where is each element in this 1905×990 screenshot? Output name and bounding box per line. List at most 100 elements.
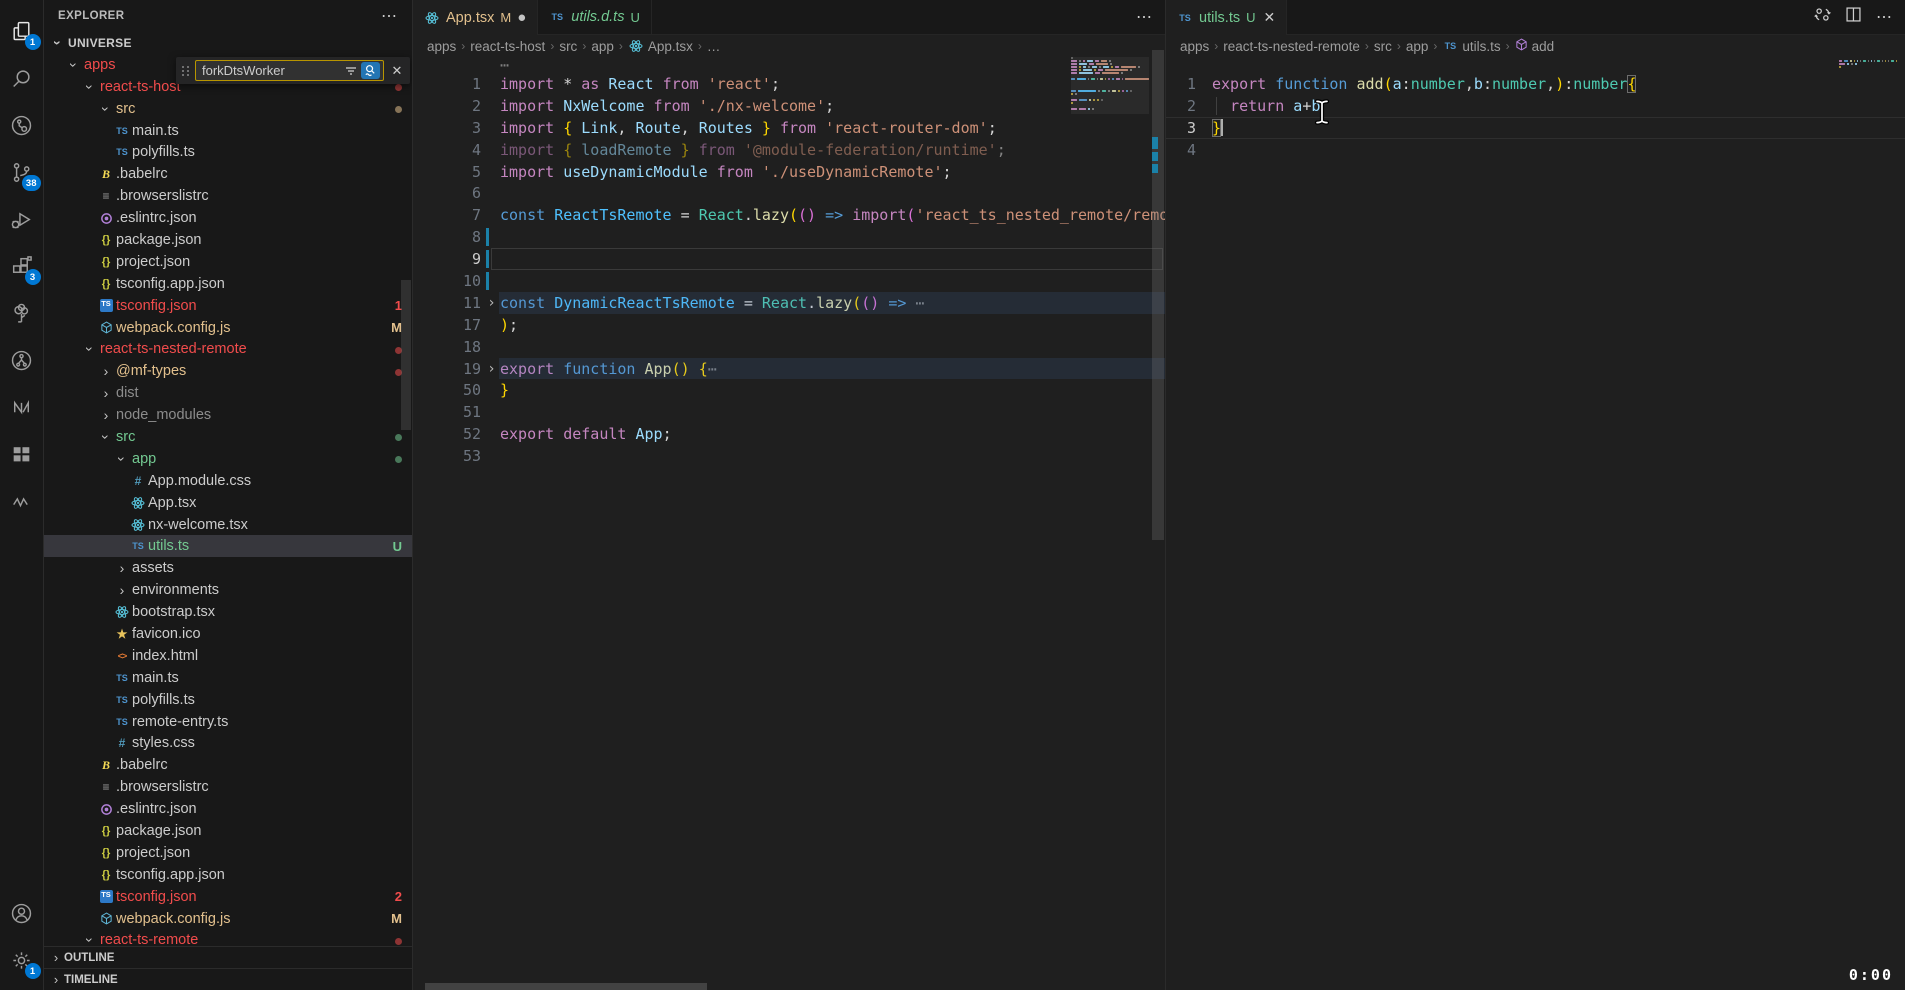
tree-file-.eslintrc.json[interactable]: .eslintrc.json (44, 798, 412, 820)
tree-file-polyfills.ts[interactable]: TSpolyfills.ts (44, 689, 412, 711)
vertical-scrollbar[interactable] (1152, 50, 1164, 540)
breadcrumb-item-apps[interactable]: apps (1180, 39, 1209, 54)
tree-folder-assets[interactable]: ›assets (44, 557, 412, 579)
tree-file-polyfills.ts[interactable]: TSpolyfills.ts (44, 141, 412, 163)
tree-file-nx-welcome.tsx[interactable]: nx-welcome.tsx (44, 514, 412, 536)
more-actions-icon[interactable]: ⋯ (381, 6, 398, 26)
breadcrumb-item-App.tsx[interactable]: App.tsx (628, 39, 693, 54)
tree-file-index.html[interactable]: <>index.html (44, 645, 412, 667)
tree-file-App.tsx[interactable]: App.tsx (44, 492, 412, 514)
workspace-root[interactable]: ›UNIVERSE (44, 32, 412, 54)
split-editor-icon[interactable] (1845, 6, 1862, 28)
grid-icon[interactable] (0, 431, 44, 478)
tree-file-utils.ts[interactable]: TSutils.tsU (44, 535, 412, 557)
dirty-indicator-icon[interactable]: ● (517, 10, 526, 25)
fold-chevron-icon[interactable]: › (483, 361, 500, 377)
git-graph-icon[interactable] (0, 102, 44, 149)
tree-file-main.ts[interactable]: TSmain.ts (44, 120, 412, 142)
tree-file-.browserslistrc[interactable]: ≡.browserslistrc (44, 185, 412, 207)
tree-view-icon[interactable] (0, 290, 44, 337)
circle-branch-icon[interactable] (0, 337, 44, 384)
breadcrumb-item-src[interactable]: src (559, 39, 577, 54)
breadcrumb-item-add[interactable]: add (1515, 38, 1555, 54)
tree-folder-src[interactable]: ›src (44, 426, 412, 448)
tree-folder-src[interactable]: ›src (44, 98, 412, 120)
tab-utils.ts[interactable]: TSutils.tsU✕ (1166, 0, 1287, 35)
extensions-icon[interactable]: 3 (0, 243, 44, 290)
wave-icon[interactable] (0, 478, 44, 525)
fuzzy-search-toggle[interactable] (361, 62, 380, 79)
breadcrumb-item-utils.ts[interactable]: TSutils.ts (1442, 39, 1500, 54)
files-icon[interactable]: 1 (0, 8, 44, 55)
filter-input-value[interactable]: forkDtsWorker (202, 63, 344, 78)
breadcrumb-item-src[interactable]: src (1374, 39, 1392, 54)
tree-file-.babelrc[interactable]: B.babelrc (44, 163, 412, 185)
tab-utils.d.ts[interactable]: TSutils.d.tsU (538, 0, 652, 34)
nx-console-icon[interactable] (0, 384, 44, 431)
code-editor[interactable]: ⋯1import * as React from 'react';2import… (413, 57, 1165, 990)
tree-folder-@mf-types[interactable]: ›@mf-types (44, 360, 412, 382)
minimap-slider[interactable] (1071, 57, 1149, 114)
minimap[interactable] (1071, 57, 1149, 114)
breadcrumb-item-react-ts-nested-remote[interactable]: react-ts-nested-remote (1223, 39, 1360, 54)
tree-file-package.json[interactable]: {}package.json (44, 229, 412, 251)
tree-file-tsconfig.app.json[interactable]: {}tsconfig.app.json (44, 273, 412, 295)
run-debug-icon[interactable] (0, 196, 44, 243)
open-changes-icon[interactable] (1814, 6, 1831, 28)
breadcrumb-item-apps[interactable]: apps (427, 39, 456, 54)
tree-file-tsconfig.app.json[interactable]: {}tsconfig.app.json (44, 864, 412, 886)
code-line-18: 18 (413, 336, 1165, 358)
line-number: 4 (413, 141, 483, 159)
tree-file-main.ts[interactable]: TSmain.ts (44, 667, 412, 689)
tree-file-App.module.css[interactable]: #App.module.css (44, 470, 412, 492)
tree-file-tsconfig.json[interactable]: TStsconfig.json1 (44, 295, 412, 317)
tree-filter-widget[interactable]: forkDtsWorker ✕ (176, 57, 410, 84)
source-control-icon[interactable]: 38 (0, 149, 44, 196)
tree-folder-node_modules[interactable]: ›node_modules (44, 404, 412, 426)
horizontal-scrollbar[interactable] (425, 983, 707, 990)
breadcrumb-item-react-ts-host[interactable]: react-ts-host (470, 39, 545, 54)
tree-file-webpack.config.js[interactable]: webpack.config.jsM (44, 908, 412, 930)
tree-file-bootstrap.tsx[interactable]: bootstrap.tsx (44, 601, 412, 623)
gear-icon[interactable]: 1 (0, 937, 44, 984)
tree-folder-react-ts-nested-remote[interactable]: ›react-ts-nested-remote (44, 338, 412, 360)
more-actions-icon[interactable]: ⋯ (1136, 7, 1153, 27)
tree-file-remote-entry.ts[interactable]: TSremote-entry.ts (44, 711, 412, 733)
tree-file-webpack.config.js[interactable]: webpack.config.jsM (44, 317, 412, 339)
breadcrumb-item-app[interactable]: app (1406, 39, 1429, 54)
more-actions-icon[interactable]: ⋯ (1876, 7, 1893, 27)
tree-file-.browserslistrc[interactable]: ≡.browserslistrc (44, 776, 412, 798)
section-timeline[interactable]: ›TIMELINE (44, 968, 412, 990)
search-icon[interactable] (0, 55, 44, 102)
tab-App.tsx[interactable]: App.tsxM● (413, 0, 538, 35)
code-editor[interactable]: 1export function add(a:number,b:number,)… (1166, 57, 1905, 990)
breadcrumb-item-app[interactable]: app (591, 39, 614, 54)
minimap[interactable] (1839, 57, 1897, 72)
tree-file-styles.css[interactable]: #styles.css (44, 733, 412, 755)
section-outline[interactable]: ›OUTLINE (44, 946, 412, 968)
tree-folder-environments[interactable]: ›environments (44, 579, 412, 601)
tree-folder-dist[interactable]: ›dist (44, 382, 412, 404)
tree-folder-app[interactable]: ›app (44, 448, 412, 470)
tree-file-.eslintrc.json[interactable]: .eslintrc.json (44, 207, 412, 229)
code-line-19: 19›export function App() {⋯ (413, 358, 1165, 380)
sidebar-scrollbar[interactable] (401, 280, 411, 430)
fold-chevron-icon[interactable]: › (483, 295, 500, 311)
tree-file-.babelrc[interactable]: B.babelrc (44, 754, 412, 776)
tree-folder-react-ts-remote[interactable]: ›react-ts-remote (44, 930, 412, 946)
filter-icon[interactable] (344, 64, 358, 78)
tree-filter-input[interactable]: forkDtsWorker (195, 60, 384, 81)
tree-item-label: UNIVERSE (68, 36, 132, 50)
breadcrumb-item-…[interactable]: … (707, 39, 721, 54)
tree-file-favicon.ico[interactable]: ★favicon.ico (44, 623, 412, 645)
account-icon[interactable] (0, 890, 44, 937)
tsconfig-file-icon: TS (98, 890, 114, 903)
tree-file-package.json[interactable]: {}package.json (44, 820, 412, 842)
code-line-53: 53 (413, 445, 1165, 467)
close-icon[interactable]: ✕ (1263, 9, 1275, 26)
tree-file-tsconfig.json[interactable]: TStsconfig.json2 (44, 886, 412, 908)
tree-file-project.json[interactable]: {}project.json (44, 842, 412, 864)
close-icon[interactable]: ✕ (388, 63, 406, 79)
tree-file-project.json[interactable]: {}project.json (44, 251, 412, 273)
drag-grip-icon[interactable] (180, 66, 192, 76)
